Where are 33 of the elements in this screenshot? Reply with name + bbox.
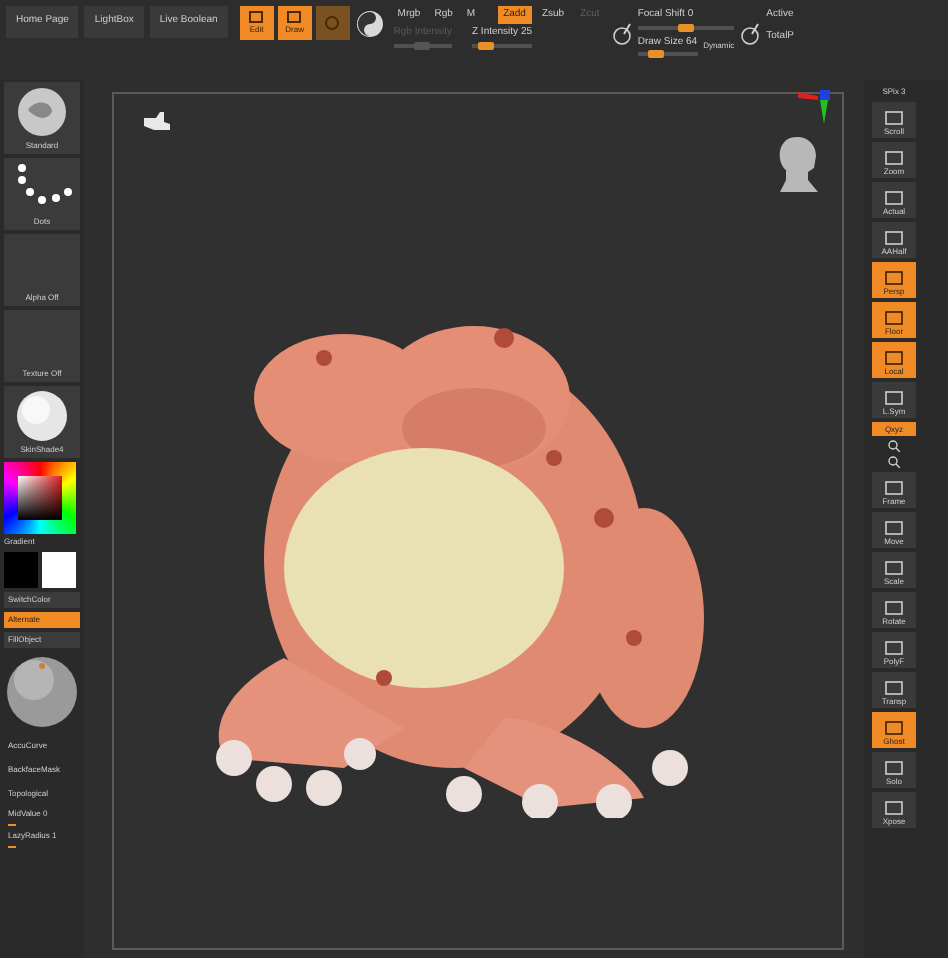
material-sphere-icon[interactable] xyxy=(355,10,384,38)
frame-icon xyxy=(248,10,265,24)
frame-icon xyxy=(884,110,904,126)
frame-icon xyxy=(884,680,904,696)
color-picker[interactable] xyxy=(4,462,76,534)
frame-icon xyxy=(884,800,904,816)
frame-icon xyxy=(884,560,904,576)
frame-icon xyxy=(884,480,904,496)
frame-icon xyxy=(884,190,904,206)
frame-icon xyxy=(884,520,904,536)
frame-icon xyxy=(884,310,904,326)
frame-icon xyxy=(286,10,303,24)
brush-sphere-icon xyxy=(6,656,78,728)
frame-icon xyxy=(884,230,904,246)
frame-icon xyxy=(884,600,904,616)
secondary-color-swatch[interactable] xyxy=(42,552,76,588)
magnifier-icon[interactable] xyxy=(888,440,900,452)
frame-icon xyxy=(884,270,904,286)
brush-icon[interactable] xyxy=(740,22,761,46)
circle-icon xyxy=(324,16,341,30)
brush-icon[interactable] xyxy=(611,22,632,46)
frame-icon xyxy=(884,350,904,366)
frame-icon xyxy=(884,640,904,656)
camera-icon xyxy=(142,110,170,134)
frame-icon xyxy=(884,150,904,166)
brush-preview-icon xyxy=(12,86,72,138)
magnifier-icon[interactable] xyxy=(888,456,900,468)
material-sphere-icon xyxy=(12,390,72,442)
frame-icon xyxy=(884,760,904,776)
main-color-swatch[interactable] xyxy=(4,552,38,588)
frame-icon xyxy=(884,720,904,736)
head-gizmo-icon xyxy=(774,134,822,194)
frame-icon xyxy=(884,390,904,406)
